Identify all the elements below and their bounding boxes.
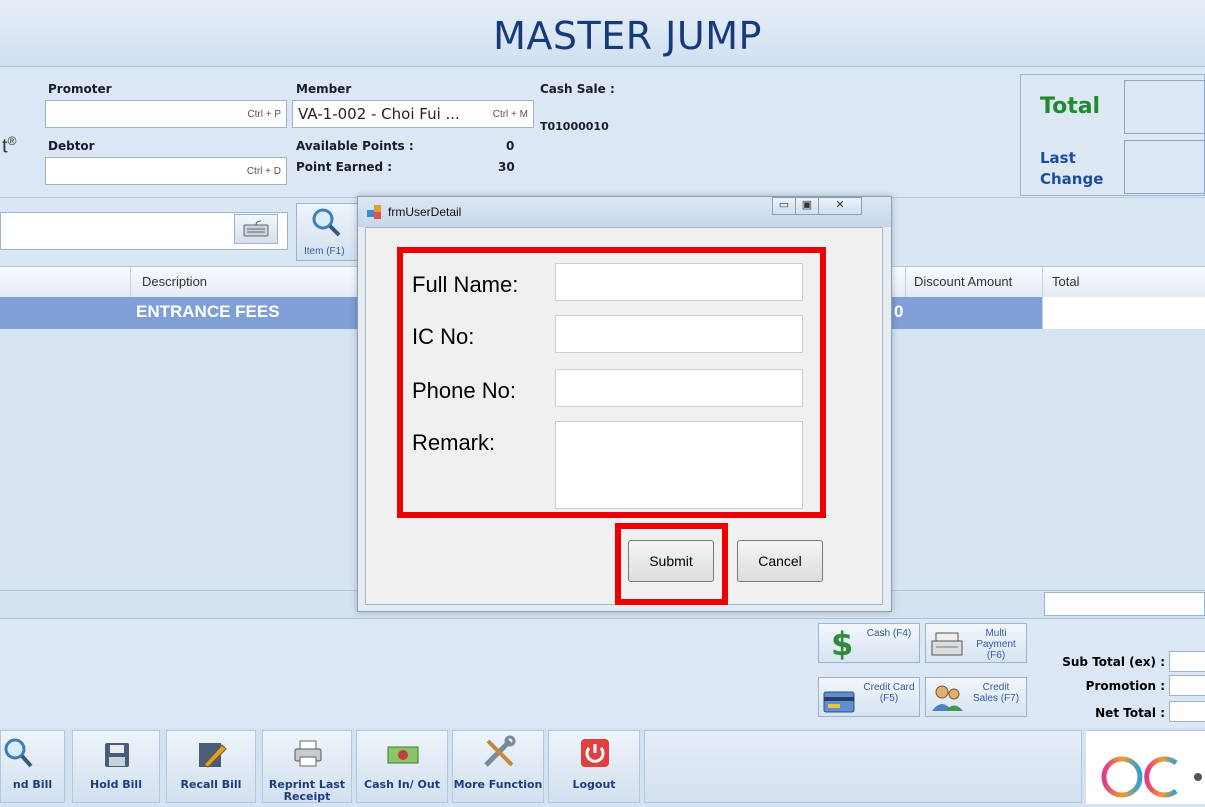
cash-icon [387, 746, 419, 764]
logout-button[interactable]: Logout [548, 730, 640, 803]
member-input[interactable]: VA-1-002 - Choi Fui ... Ctrl + M [292, 100, 534, 128]
recall-icon [199, 743, 227, 768]
maximize-button[interactable]: ▣ [795, 197, 819, 215]
promoter-shortcut: Ctrl + P [247, 109, 281, 120]
magnifier-icon [312, 208, 341, 237]
dialog-title: frmUserDetail [388, 205, 462, 219]
row-total-cell [1042, 297, 1205, 329]
cash-button-label: Cash (F4) [866, 628, 912, 639]
available-points-label: Available Points : [296, 139, 414, 153]
maximize-icon: ▣ [801, 199, 813, 211]
svg-text:$: $ [831, 626, 853, 660]
cash-register-icon [931, 632, 963, 656]
fields-highlight-box [397, 247, 826, 518]
dollar-icon: $ [831, 626, 853, 660]
close-button[interactable]: ✕ [818, 197, 862, 215]
credit-card-button[interactable]: Credit Card (F5) [818, 677, 920, 717]
find-bill-label: nd Bill [12, 778, 53, 791]
cash-sale-number: T01000010 [540, 120, 609, 133]
member-shortcut: Ctrl + M [492, 109, 528, 120]
dialog-titlebar: frmUserDetail ▭ ▣ ✕ [358, 197, 891, 227]
brand-fragment: t® [2, 134, 17, 158]
row-description: ENTRANCE FEES [136, 302, 280, 321]
item-button-label: Item (F1) [304, 246, 345, 257]
cash-button[interactable]: $ Cash (F4) [818, 623, 920, 663]
point-earned-label: Point Earned : [296, 160, 393, 174]
last-change-display [1124, 140, 1205, 194]
member-label: Member [296, 82, 352, 96]
promoter-label: Promoter [48, 82, 112, 96]
debtor-shortcut: Ctrl + D [246, 166, 281, 177]
minimize-button[interactable]: ▭ [772, 197, 796, 215]
status-input[interactable] [1044, 592, 1205, 616]
app-title: MASTER JUMP [493, 14, 762, 58]
cash-sale-label: Cash Sale : [540, 82, 615, 96]
keyboard-button[interactable] [234, 214, 278, 244]
multi-payment-label: Multi Payment (F6) [976, 628, 1016, 661]
column-description[interactable]: Description [142, 274, 207, 289]
dialog-client: Full Name: IC No: Phone No: Remark: Subm… [365, 227, 883, 605]
cash-in-out-label: Cash In/ Out [364, 778, 440, 791]
point-earned-value: 30 [498, 160, 515, 174]
reprint-receipt-label: Reprint Last Receipt [268, 778, 346, 803]
hold-bill-label: Hold Bill [90, 778, 142, 791]
item-search-button[interactable]: Item (F1) [296, 203, 358, 261]
minimize-icon: ▭ [778, 199, 790, 211]
users-icon [932, 685, 963, 711]
total-label: Total [1040, 94, 1101, 119]
debtor-label: Debtor [48, 139, 95, 153]
logout-label: Logout [572, 778, 616, 791]
promoter-input[interactable]: Ctrl + P [45, 100, 287, 128]
promotion-value [1169, 675, 1205, 696]
submit-highlight-box [615, 523, 728, 605]
member-value: VA-1-002 - Choi Fui ... [298, 105, 460, 123]
floppy-disk-icon [105, 743, 129, 767]
find-bill-button[interactable]: nd Bill [0, 730, 65, 803]
credit-card-icon [823, 691, 855, 713]
credit-sales-button[interactable]: Credit Sales (F7) [925, 677, 1027, 717]
magnifier-icon [4, 738, 33, 768]
promotion-label: Promotion : [1085, 679, 1165, 693]
subtotal-label: Sub Total (ex) : [1062, 655, 1165, 669]
cash-in-out-button[interactable]: Cash In/ Out [356, 730, 448, 803]
total-display [1124, 80, 1205, 134]
recall-bill-button[interactable]: Recall Bill [166, 730, 256, 803]
power-icon [581, 739, 609, 767]
printer-icon [294, 740, 322, 767]
reprint-receipt-button[interactable]: Reprint Last Receipt [262, 730, 352, 803]
net-total-label: Net Total : [1095, 706, 1165, 720]
credit-sales-label: Credit Sales (F7) [972, 682, 1020, 704]
tools-icon [484, 735, 516, 767]
subtotal-value [1169, 651, 1205, 672]
bottom-bar-filler [644, 730, 1082, 803]
close-icon: ✕ [835, 199, 845, 211]
credit-card-label: Credit Card (F5) [863, 682, 915, 704]
recall-bill-label: Recall Bill [180, 778, 242, 791]
keyboard-icon [243, 220, 269, 237]
user-detail-dialog: frmUserDetail ▭ ▣ ✕ Full Name: IC No: Ph… [357, 196, 892, 612]
column-total[interactable]: Total [1052, 274, 1079, 289]
debtor-input[interactable]: Ctrl + D [45, 157, 287, 185]
more-function-button[interactable]: More Function [452, 730, 544, 803]
available-points-value: 0 [506, 139, 515, 153]
row-partial-value: 0 [894, 302, 904, 321]
column-discount-amount[interactable]: Discount Amount [914, 274, 1012, 289]
more-function-label: More Function [453, 778, 543, 791]
last-change-label: Last Change [1040, 149, 1104, 188]
net-total-value [1169, 701, 1205, 722]
company-logo-mark [1101, 756, 1202, 798]
company-logo [1086, 730, 1205, 804]
form-icon [367, 205, 381, 219]
cancel-button[interactable]: Cancel [737, 540, 823, 582]
multi-payment-button[interactable]: Multi Payment (F6) [925, 623, 1027, 663]
hold-bill-button[interactable]: Hold Bill [72, 730, 160, 803]
